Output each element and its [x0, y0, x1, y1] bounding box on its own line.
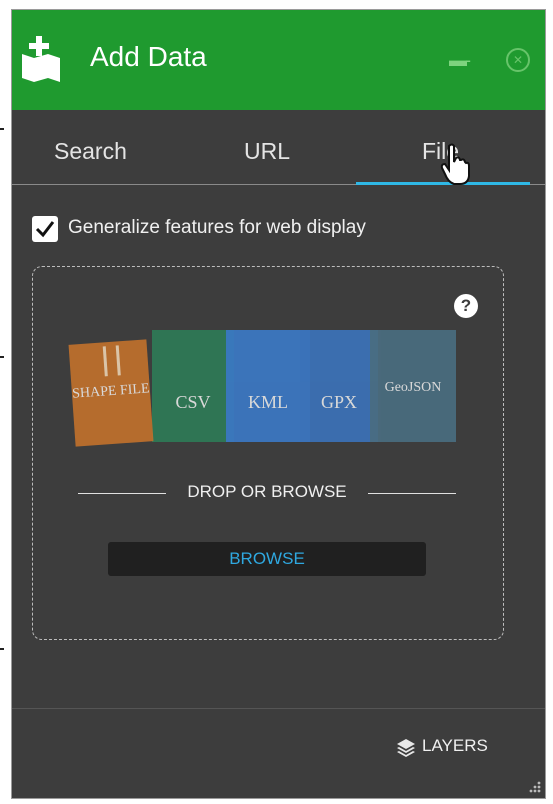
hand-cursor-icon	[440, 143, 470, 185]
layers-icon	[397, 739, 415, 757]
gpx-file-icon: GPX	[300, 330, 378, 442]
geojson-file-icon: GeoJSON	[370, 330, 456, 442]
csv-file-icon: CSV	[152, 330, 234, 442]
divider-line	[368, 493, 456, 494]
shapefile-icon: SHAPE FILE	[68, 339, 154, 447]
add-data-panel: Add Data ▬‑ ✕ Search URL File Generalize…	[12, 10, 545, 798]
browse-button[interactable]: BROWSE	[108, 542, 426, 576]
generalize-checkbox[interactable]	[32, 216, 58, 242]
layers-label: LAYERS	[422, 736, 488, 755]
panel-title: Add Data	[90, 41, 207, 72]
minimize-icon[interactable]: ▬‑	[449, 50, 471, 71]
help-icon[interactable]: ?	[454, 294, 478, 318]
edge-mark	[0, 128, 4, 130]
close-icon[interactable]: ✕	[506, 48, 530, 72]
edge-mark	[0, 356, 4, 358]
generalize-label: Generalize features for web display	[68, 217, 366, 238]
tab-search[interactable]: Search	[54, 138, 127, 165]
file-type-illustration: CSV KML GPX GeoJSON SHAPE FILE	[60, 322, 470, 452]
drop-or-browse-divider: DROP OR BROWSE	[78, 482, 456, 504]
tab-url[interactable]: URL	[244, 138, 290, 165]
add-data-icon	[22, 36, 60, 82]
panel-header: Add Data ▬‑ ✕	[12, 10, 545, 110]
drop-or-browse-text: DROP OR BROWSE	[187, 482, 347, 501]
zip-icon	[102, 345, 121, 377]
edge-mark	[0, 648, 4, 650]
checkmark-icon	[35, 221, 55, 238]
kml-file-icon: KML	[226, 330, 310, 442]
footer-divider	[12, 708, 545, 709]
resize-handle-icon[interactable]	[528, 780, 542, 794]
